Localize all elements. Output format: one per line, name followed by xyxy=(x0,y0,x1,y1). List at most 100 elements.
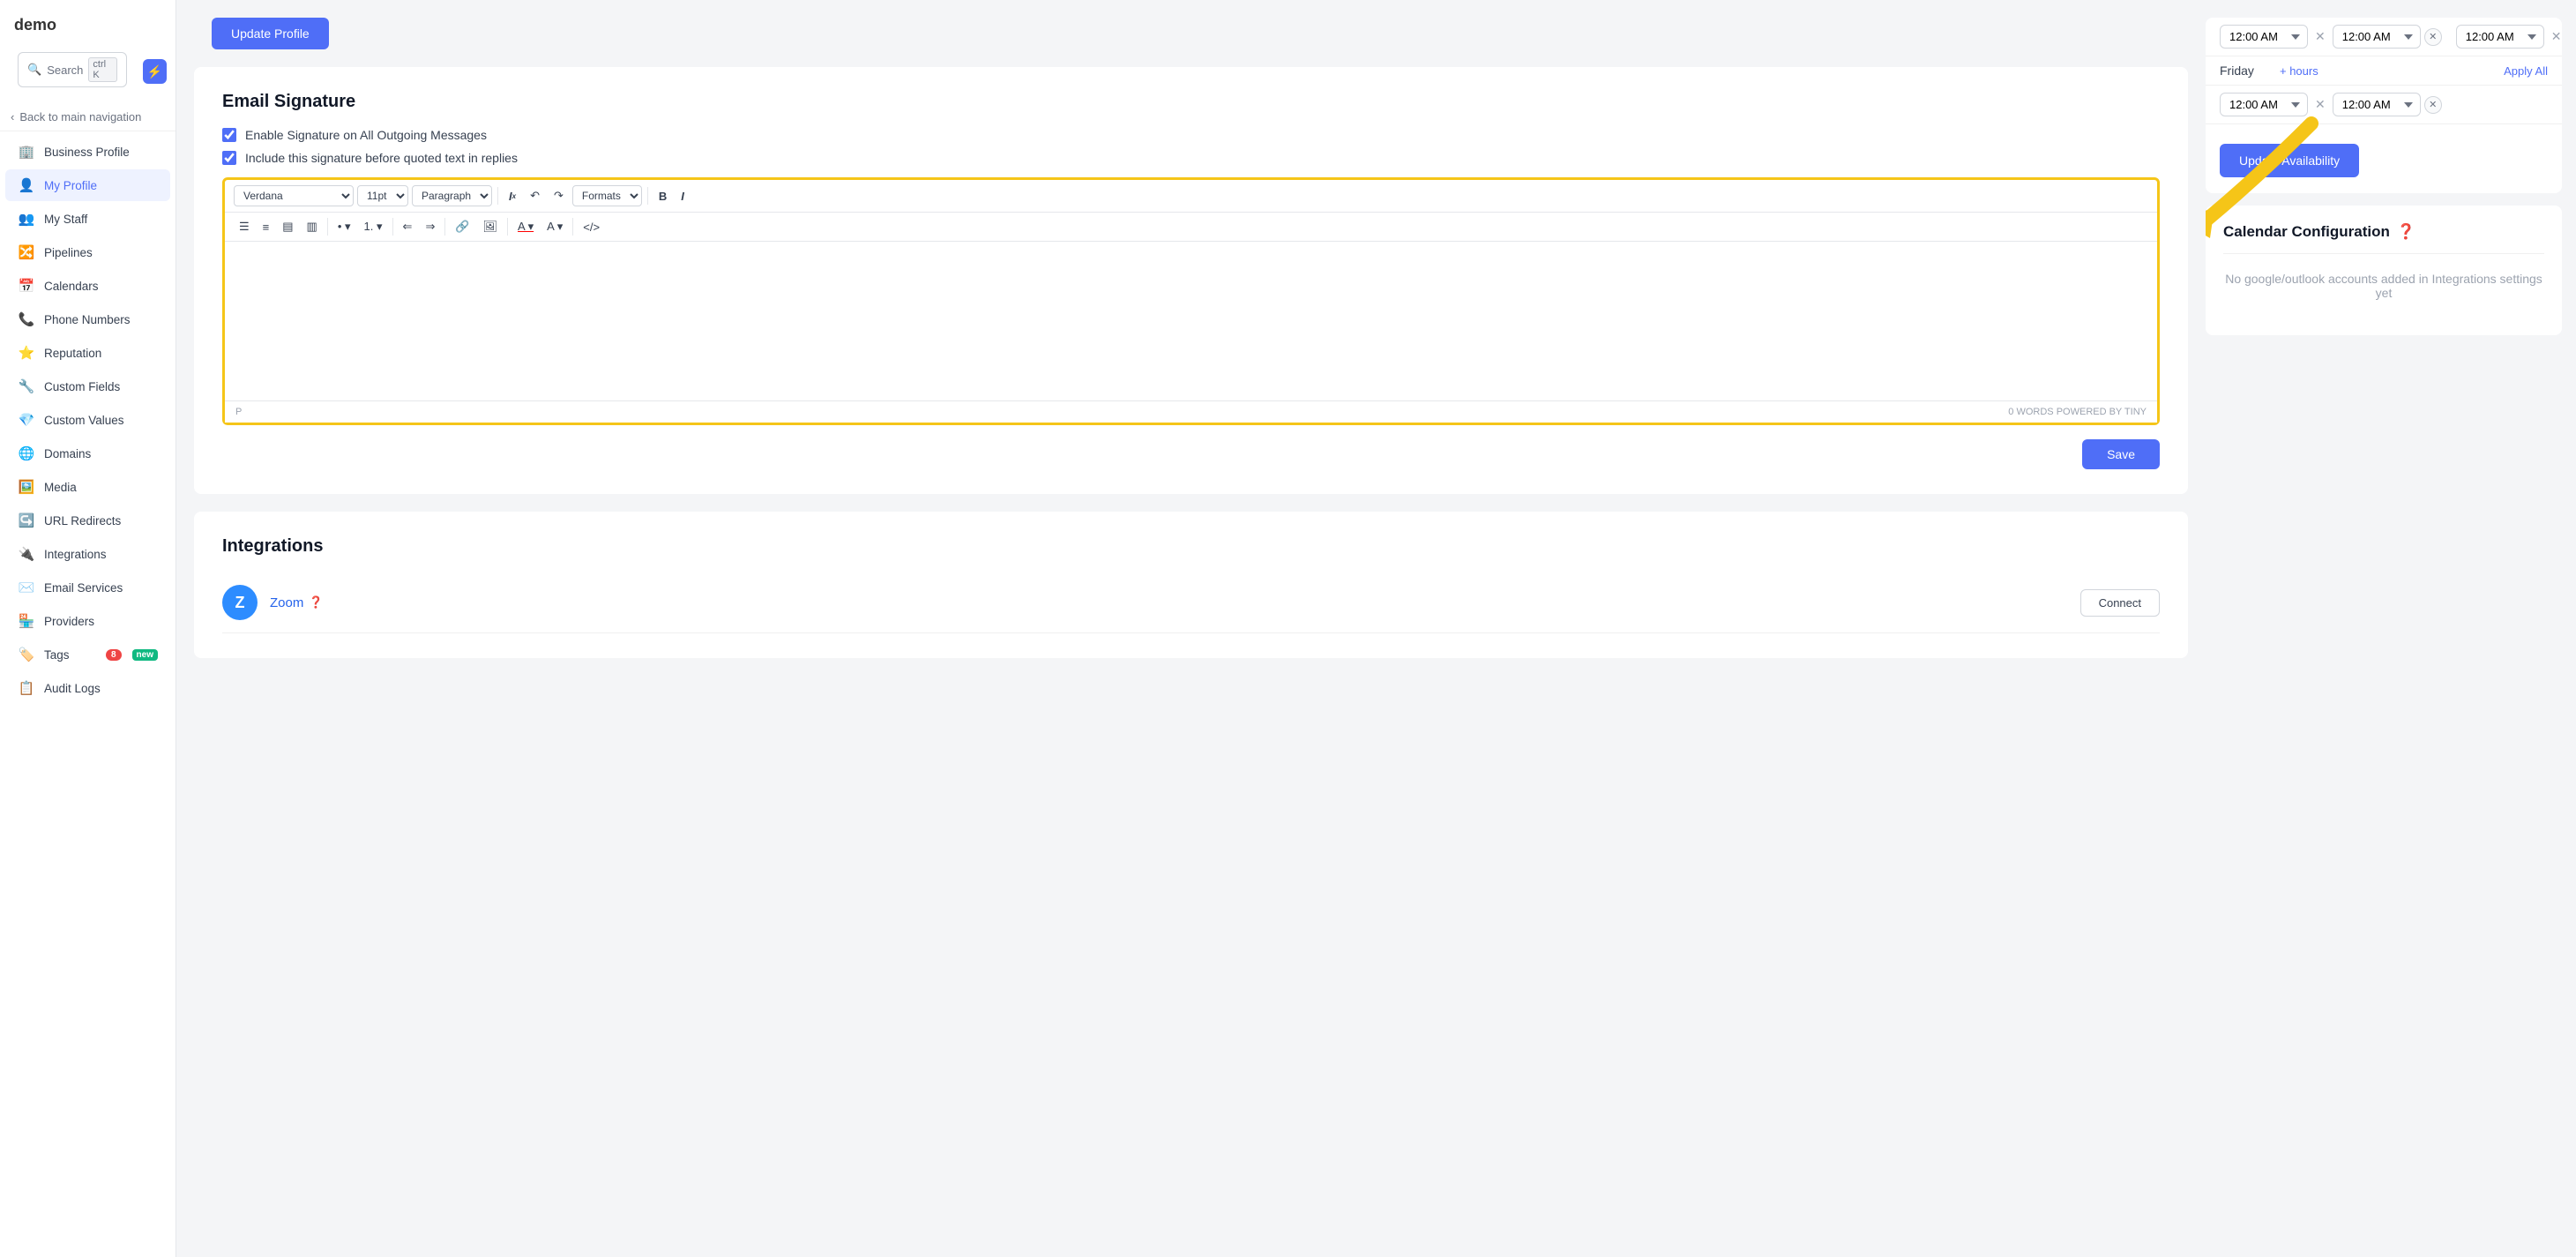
editor-content-area[interactable] xyxy=(225,242,2157,400)
time-start-1b[interactable]: 12:00 AM xyxy=(2456,25,2544,49)
search-icon: 🔍 xyxy=(27,63,41,77)
align-left-btn[interactable]: ☰ xyxy=(234,217,255,236)
sidebar-item-tags[interactable]: 🏷️ Tags 8 new xyxy=(5,639,170,670)
time-row-1: 12:00 AM ✕ 12:00 AM ✕ 12:00 AM ✕ xyxy=(2206,18,2562,56)
editor-word-count: 0 WORDS POWERED BY TINY xyxy=(2008,407,2147,417)
sidebar-item-label: Domains xyxy=(44,447,91,460)
custom-fields-icon: 🔧 xyxy=(18,378,35,394)
bg-color-btn[interactable]: A ▾ xyxy=(541,217,568,236)
save-button[interactable]: Save xyxy=(2082,439,2160,469)
sidebar-item-my-staff[interactable]: 👥 My Staff xyxy=(5,203,170,235)
availability-card: 12:00 AM ✕ 12:00 AM ✕ 12:00 AM ✕ xyxy=(2206,18,2562,193)
italic-clear-btn[interactable]: Ix xyxy=(504,187,521,206)
time-pair-1b: 12:00 AM ✕ 12:00 AM ✕ xyxy=(2456,25,2562,49)
my-staff-icon: 👥 xyxy=(18,211,35,227)
sidebar-item-phone-numbers[interactable]: 📞 Phone Numbers xyxy=(5,303,170,335)
business-profile-icon: 🏢 xyxy=(18,144,35,160)
tags-badge: 8 xyxy=(106,649,122,661)
email-signature-editor[interactable]: Verdana Arial Times New Roman 11pt 8pt 1… xyxy=(222,177,2160,425)
sidebar-item-my-profile[interactable]: 👤 My Profile xyxy=(5,169,170,201)
search-bar[interactable]: 🔍 Search ctrl K xyxy=(18,52,127,87)
outdent-btn[interactable]: ⇐ xyxy=(398,217,418,236)
remove-friday-time[interactable]: ✕ xyxy=(2424,96,2442,114)
toolbar-sep-3 xyxy=(327,218,328,236)
formats-select[interactable]: Formats xyxy=(572,185,642,206)
sidebar-item-url-redirects[interactable]: ↪️ URL Redirects xyxy=(5,505,170,536)
indent-btn[interactable]: ⇒ xyxy=(420,217,440,236)
editor-footer: P 0 WORDS POWERED BY TINY xyxy=(225,400,2157,423)
email-signature-card: Email Signature Enable Signature on All … xyxy=(194,67,2188,494)
friday-row: Friday + hours Apply All xyxy=(2206,56,2562,86)
link-btn[interactable]: 🔗 xyxy=(450,217,474,236)
text-color-btn[interactable]: A ▾ xyxy=(512,217,539,236)
sidebar-item-integrations[interactable]: 🔌 Integrations xyxy=(5,538,170,570)
tags-icon: 🏷️ xyxy=(18,647,35,662)
sidebar-item-reputation[interactable]: ⭐ Reputation xyxy=(5,337,170,369)
email-services-icon: ✉️ xyxy=(18,580,35,595)
redo-btn[interactable]: ↷ xyxy=(549,186,569,206)
media-icon: 🖼️ xyxy=(18,479,35,495)
domains-icon: 🌐 xyxy=(18,445,35,461)
bullet-list-btn[interactable]: • ▾ xyxy=(332,217,356,236)
sidebar-item-media[interactable]: 🖼️ Media xyxy=(5,471,170,503)
sidebar-item-providers[interactable]: 🏪 Providers xyxy=(5,605,170,637)
sidebar-item-calendars[interactable]: 📅 Calendars xyxy=(5,270,170,302)
update-profile-button[interactable]: Update Profile xyxy=(212,18,329,49)
toolbar-sep-4 xyxy=(392,218,393,236)
source-code-btn[interactable]: </> xyxy=(578,218,605,236)
align-right-btn[interactable]: ▤ xyxy=(277,217,298,236)
calendar-config-help-icon[interactable]: ❓ xyxy=(2397,223,2415,241)
integrations-card: Integrations Z Zoom ❓ Connect xyxy=(194,512,2188,658)
plus-hours-link[interactable]: + hours xyxy=(2280,64,2318,78)
sidebar-item-pipelines[interactable]: 🔀 Pipelines xyxy=(5,236,170,268)
zoom-integration-row: Z Zoom ❓ Connect xyxy=(222,572,2160,633)
sidebar-item-domains[interactable]: 🌐 Domains xyxy=(5,438,170,469)
reputation-icon: ⭐ xyxy=(18,345,35,361)
include-before-quoted-checkbox[interactable] xyxy=(222,151,236,165)
toolbar-sep-7 xyxy=(572,218,573,236)
friday-time-start[interactable]: 12:00 AM xyxy=(2220,93,2308,116)
back-to-main-nav[interactable]: ‹ Back to main navigation xyxy=(0,103,175,131)
friday-time-end[interactable]: 12:00 AM xyxy=(2333,93,2421,116)
friday-time-pair: 12:00 AM ✕ 12:00 AM ✕ xyxy=(2220,93,2442,116)
update-profile-section: Update Profile xyxy=(176,0,2206,49)
paragraph-select[interactable]: Paragraph Heading 1 Heading 2 xyxy=(412,185,492,206)
tags-badge-new: new xyxy=(132,649,158,661)
sidebar-item-email-services[interactable]: ✉️ Email Services xyxy=(5,572,170,603)
enable-signature-checkbox[interactable] xyxy=(222,128,236,142)
font-size-select[interactable]: 11pt 8pt 10pt 12pt 14pt xyxy=(357,185,408,206)
friday-time-row: 12:00 AM ✕ 12:00 AM ✕ xyxy=(2206,86,2562,124)
sidebar-item-custom-fields[interactable]: 🔧 Custom Fields xyxy=(5,370,170,402)
align-center-btn[interactable]: ≡ xyxy=(258,218,275,236)
zoom-help-icon[interactable]: ❓ xyxy=(309,595,323,610)
sidebar-item-audit-logs[interactable]: 📋 Audit Logs xyxy=(5,672,170,704)
image-btn[interactable]: 🖼 xyxy=(478,217,504,236)
save-btn-row: Save xyxy=(222,439,2160,469)
time-start-1[interactable]: 12:00 AM xyxy=(2220,25,2308,49)
sidebar-item-label: My Profile xyxy=(44,179,97,192)
remove-time-1[interactable]: ✕ xyxy=(2424,28,2442,46)
search-shortcut: ctrl K xyxy=(88,57,116,82)
numbered-list-btn[interactable]: 1. ▾ xyxy=(359,217,388,236)
font-family-select[interactable]: Verdana Arial Times New Roman xyxy=(234,185,354,206)
update-availability-button[interactable]: Update Availability xyxy=(2220,144,2359,177)
zoom-connect-button[interactable]: Connect xyxy=(2080,589,2160,617)
sidebar-item-custom-values[interactable]: 💎 Custom Values xyxy=(5,404,170,436)
align-justify-btn[interactable]: ▥ xyxy=(302,217,323,236)
calendars-icon: 📅 xyxy=(18,278,35,294)
time-pair-1: 12:00 AM ✕ 12:00 AM ✕ xyxy=(2220,25,2442,49)
providers-icon: 🏪 xyxy=(18,613,35,629)
pipelines-icon: 🔀 xyxy=(18,244,35,260)
sidebar-item-label: Providers xyxy=(44,615,94,628)
enable-signature-label: Enable Signature on All Outgoing Message… xyxy=(245,128,487,142)
sidebar-item-business-profile[interactable]: 🏢 Business Profile xyxy=(5,136,170,168)
toolbar-sep-1 xyxy=(497,187,498,205)
bold-btn[interactable]: B xyxy=(653,187,672,206)
italic-btn[interactable]: I xyxy=(676,187,690,206)
flash-button[interactable]: ⚡ xyxy=(143,59,167,84)
time-end-1[interactable]: 12:00 AM xyxy=(2333,25,2421,49)
apply-all-link[interactable]: Apply All xyxy=(2504,64,2548,78)
back-nav-label: Back to main navigation xyxy=(19,110,141,123)
undo-btn[interactable]: ↶ xyxy=(525,186,545,206)
sidebar-item-label: Phone Numbers xyxy=(44,313,131,326)
